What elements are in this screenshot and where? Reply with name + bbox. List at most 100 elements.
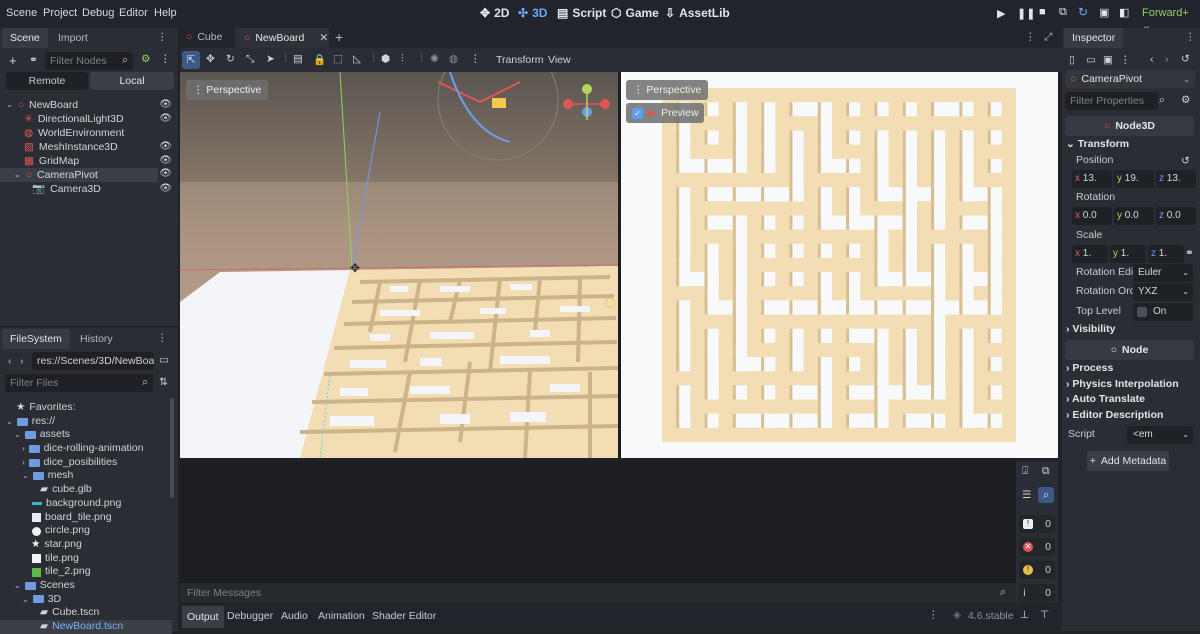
tab-filesystem[interactable]: FileSystem (2, 329, 70, 349)
back-icon[interactable]: ‹ (8, 355, 12, 367)
new-tab-icon[interactable]: + (335, 29, 343, 45)
pointer-tool-icon[interactable]: ➤ (266, 53, 275, 65)
workspace-assetlib[interactable]: ⇩ AssetLib (665, 6, 730, 20)
path-field[interactable]: res://Scenes/3D/NewBoar (32, 352, 154, 370)
position-y-field[interactable]: y 19. (1114, 170, 1154, 188)
workspace-script[interactable]: ▤ Script (557, 6, 606, 20)
add-node-icon[interactable]: + (9, 53, 17, 68)
folder-item[interactable]: ⌄ 3D (0, 593, 172, 607)
rotation-z-field[interactable]: z 0.0 (1156, 207, 1196, 225)
play-icon[interactable]: ▶ (997, 7, 1005, 20)
tabs-menu-icon[interactable]: ⋮ (1025, 31, 1036, 43)
more-icon[interactable]: ⋮ (470, 53, 481, 65)
panel-menu-icon[interactable]: ⋮ (928, 609, 939, 621)
distraction-free-icon[interactable]: ⤢ (1044, 31, 1052, 44)
stop-icon[interactable]: ■ (1039, 6, 1046, 18)
workspace-2d[interactable]: ✥ 2D (480, 6, 509, 20)
tab-history[interactable]: History (72, 329, 121, 349)
file-item[interactable]: background.png (0, 497, 172, 511)
split-mode-icon[interactable]: ▭ (159, 354, 169, 366)
file-item[interactable]: tile_2.png (0, 565, 172, 579)
file-item[interactable]: circle.png (0, 524, 172, 538)
scene-tab-cube[interactable]: ○ Cube (186, 31, 222, 43)
search-toggle-icon[interactable]: ⌕ (1038, 487, 1054, 503)
message-filter-warning[interactable]: ! 0 (1019, 561, 1055, 579)
folder-item[interactable]: ⌄ assets (0, 428, 172, 442)
tree-node-newboard[interactable]: ⌄ ○ NewBoard 👁 (0, 98, 178, 112)
file-item[interactable]: ★ star.png (0, 538, 172, 552)
history-icon[interactable]: ↺ (1181, 53, 1190, 65)
copy-icon[interactable]: ⧉ (1042, 465, 1050, 478)
file-item-selected[interactable]: ▰ NewBoard.tscn (0, 620, 172, 634)
close-icon[interactable]: ✕ (319, 32, 328, 44)
scrollbar[interactable] (170, 398, 174, 498)
lock-icon[interactable]: 🔒 (313, 53, 326, 66)
group-icon[interactable]: ⬚ (333, 53, 343, 65)
collapse-icon[interactable]: ☰ (1022, 489, 1031, 501)
link-icon[interactable]: ⚭ (1185, 247, 1194, 259)
expand-panel-icon[interactable]: ⊤ (1040, 609, 1049, 621)
local-space-icon[interactable]: ⬢ (381, 53, 390, 65)
menu-help[interactable]: Help (154, 7, 177, 19)
filter-nodes-input[interactable]: Filter Nodes ⌕ (45, 52, 133, 70)
tab-debugger[interactable]: Debugger (227, 610, 273, 622)
link-icon[interactable]: ⚭ (29, 54, 38, 66)
scale-y-field[interactable]: y 1. (1110, 245, 1146, 263)
environment-icon[interactable]: ◍ (449, 53, 458, 65)
file-item[interactable]: ▰ Cube.tscn (0, 606, 172, 620)
view-menu[interactable]: View (548, 54, 571, 66)
rotation-y-field[interactable]: y 0.0 (1114, 207, 1154, 225)
folder-item[interactable]: ⌄ mesh (0, 469, 172, 483)
movie-icon[interactable]: ▣ (1099, 6, 1109, 19)
visibility-eye-icon[interactable]: 👁 (159, 98, 172, 112)
open-folder-icon[interactable]: ▭ (1086, 54, 1096, 66)
tab-audio[interactable]: Audio (281, 610, 308, 622)
tree-node-gridmap[interactable]: ▦ GridMap 👁 (0, 154, 178, 168)
visibility-eye-icon[interactable]: 👁 (159, 140, 172, 154)
filter-messages-input[interactable]: Filter Messages (187, 587, 261, 599)
filter-files-input[interactable]: Filter Files ⌕ (5, 374, 153, 392)
tab-shader-editor[interactable]: Shader Editor (372, 610, 436, 622)
workspace-game[interactable]: ⬡ Game (611, 6, 659, 20)
new-resource-icon[interactable]: ▯ (1069, 54, 1075, 66)
class-header-node3d[interactable]: ○ Node3D (1065, 116, 1194, 136)
rotation-edit-select[interactable]: Euler ⌄ (1133, 264, 1193, 282)
class-header-node[interactable]: ○ Node (1065, 340, 1194, 360)
history-back-icon[interactable]: ‹ (1150, 53, 1154, 65)
position-x-field[interactable]: x 13. (1072, 170, 1112, 188)
dock-menu-icon[interactable]: ⋮ (157, 332, 168, 344)
tab-inspector[interactable]: Inspector (1064, 28, 1124, 48)
menu-scene[interactable]: Scene (6, 7, 37, 19)
movie-maker-icon[interactable]: ◧ (1119, 6, 1129, 19)
folder-item[interactable]: › dice_posibilities (0, 456, 172, 470)
history-forward-icon[interactable]: › (1165, 53, 1169, 65)
visibility-eye-icon[interactable]: 👁 (159, 182, 172, 196)
sun-icon[interactable]: ✺ (430, 53, 439, 65)
save-icon[interactable]: ▣ (1103, 54, 1113, 66)
section-editor-description[interactable]: › Editor Description (1066, 406, 1163, 425)
viewport-right[interactable]: ⋮ Perspective ✓ ▶ Preview (621, 72, 1058, 458)
local-button[interactable]: Local (90, 72, 174, 90)
pin-icon[interactable]: ⊥ (1020, 609, 1029, 621)
perspective-menu-left[interactable]: ⋮ Perspective (186, 80, 269, 100)
menu-editor[interactable]: Editor (119, 7, 148, 19)
snap-icon[interactable]: ⫶ (401, 53, 404, 66)
tree-node-meshinstance3d[interactable]: ▨ MeshInstance3D 👁 (0, 140, 178, 154)
reload-icon[interactable]: ↻ (1078, 5, 1088, 19)
folder-item[interactable]: ⌄ Scenes (0, 579, 172, 593)
tab-output[interactable]: Output (182, 606, 224, 628)
ruler-icon[interactable]: ◺ (353, 53, 361, 65)
attach-script-icon[interactable]: ⚙ (141, 53, 150, 65)
file-item[interactable]: ▰ cube.glb (0, 483, 172, 497)
select-tool-icon[interactable]: ⇱ (182, 51, 200, 69)
revert-icon[interactable]: ↺ (1181, 155, 1190, 167)
settings-icon[interactable]: ⚙ (1181, 94, 1190, 106)
filter-properties-input[interactable]: Filter Properties (1065, 92, 1158, 110)
visibility-eye-icon[interactable]: 👁 (159, 154, 172, 168)
remote-debug-icon[interactable]: ⧉ (1059, 6, 1067, 19)
rotation-order-select[interactable]: YXZ ⌄ (1133, 283, 1193, 301)
scene-tab-newboard[interactable]: ○ NewBoard ✕ (235, 28, 329, 48)
rotate-tool-icon[interactable]: ↻ (226, 53, 235, 65)
file-item[interactable]: board_tile.png (0, 511, 172, 525)
add-metadata-button[interactable]: + Add Metadata (1087, 451, 1169, 471)
